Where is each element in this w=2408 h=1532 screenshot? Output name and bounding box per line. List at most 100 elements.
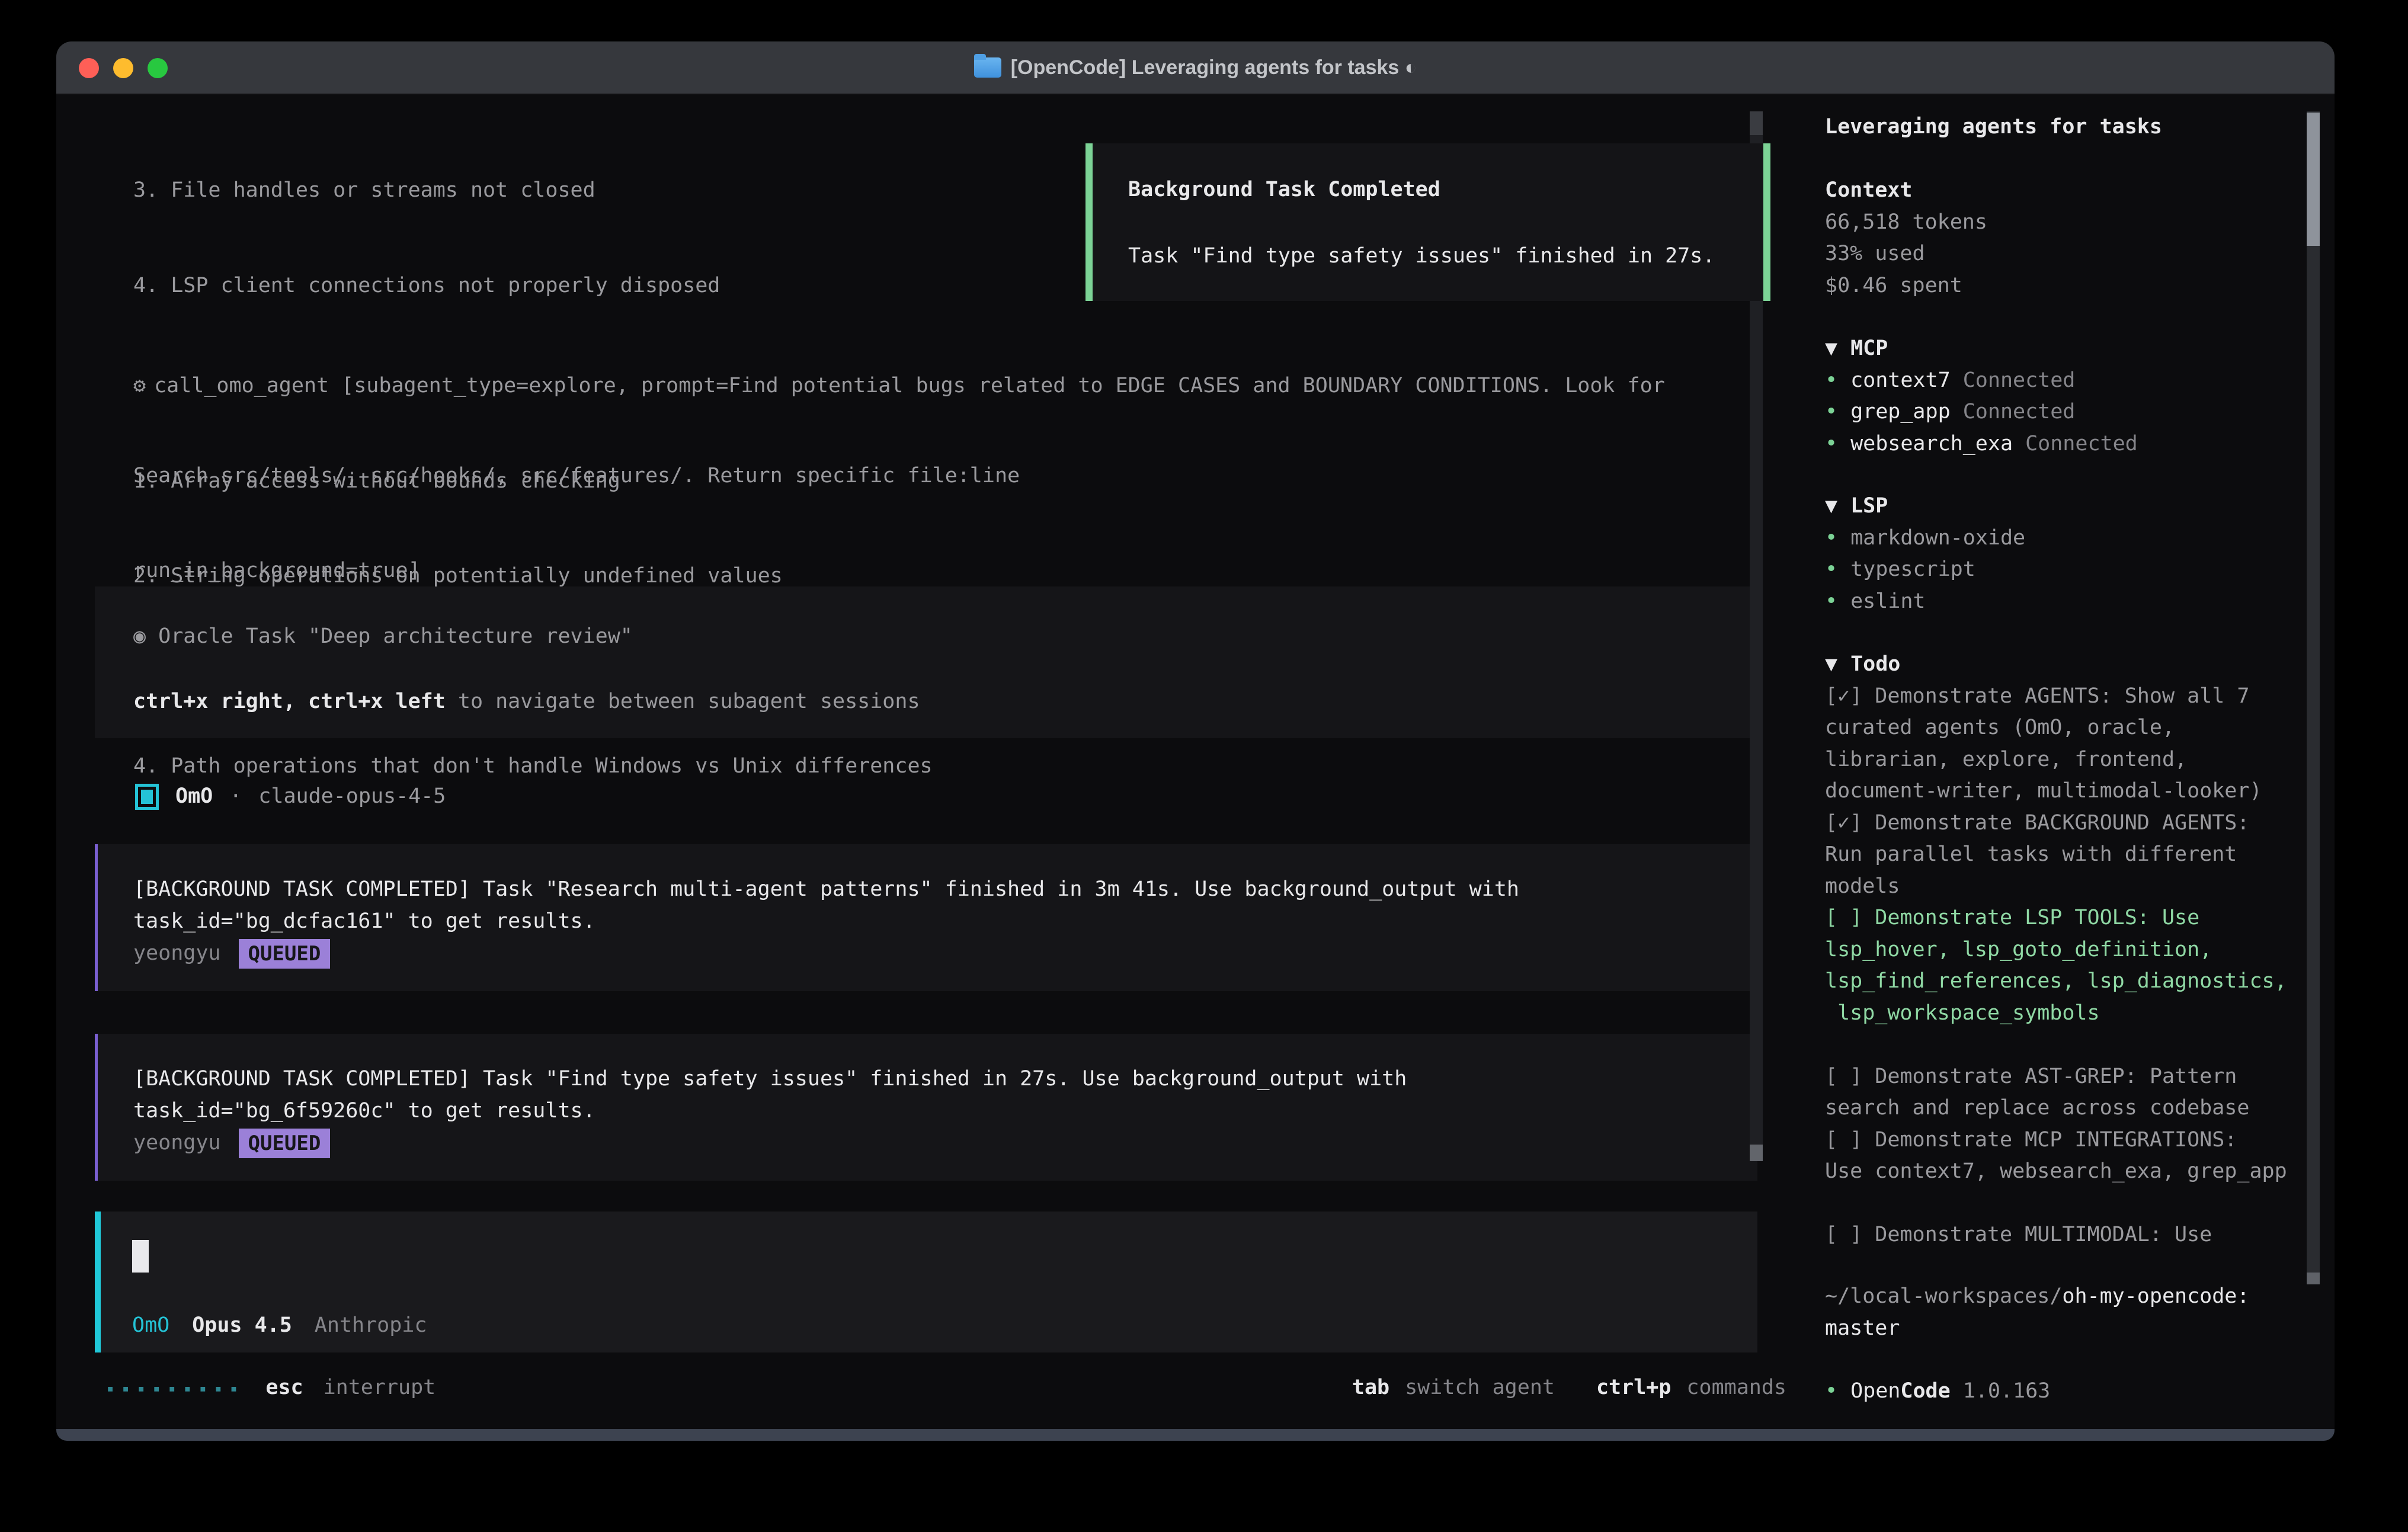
- agent-model: claude-opus-4-5: [258, 781, 446, 813]
- lsp-item: •markdown-oxide: [1825, 523, 2025, 555]
- todo-line-active: lsp_hover, lsp_goto_definition,: [1825, 934, 2287, 966]
- background-task-message: [BACKGROUND TASK COMPLETED] Task "Resear…: [95, 844, 1757, 991]
- esc-action-label: interrupt: [324, 1372, 436, 1404]
- todo-line: [ ] Demonstrate MCP INTEGRATIONS:: [1825, 1124, 2287, 1156]
- minimize-button[interactable]: [113, 58, 133, 78]
- session-title: Leveraging agents for tasks: [1825, 111, 2162, 143]
- lsp-heading: LSP: [1850, 494, 1888, 518]
- lsp-section: ▼LSP •markdown-oxide •typescript •eslint: [1825, 491, 2025, 617]
- agent-name: OmO: [175, 781, 213, 813]
- todo-line: [1825, 1188, 2287, 1220]
- mcp-item-name: websearch_exa: [1850, 428, 2013, 460]
- collapse-triangle-icon: ▼: [1825, 652, 1837, 676]
- sidebar: Leveraging agents for tasks Context 66,5…: [1801, 95, 2335, 1429]
- titlebar-center: [OpenCode] Leveraging agents for tasks ◐: [56, 56, 2335, 79]
- status-bar: ▪▪▪▪▪▪▪▪▪ esc interrupt tab switch agent…: [107, 1374, 1786, 1402]
- bullet-icon: •: [1825, 1376, 1837, 1408]
- hint-shortcut-keys: ctrl+x right, ctrl+x left: [133, 690, 446, 713]
- main-scrollbar-top-thumb[interactable]: [1750, 111, 1763, 135]
- app-version-footer: •OpenCode 1.0.163: [1825, 1376, 2050, 1408]
- context-heading: Context: [1825, 175, 1987, 207]
- bullet-icon: •: [1825, 365, 1837, 397]
- todo-line-active: [ ] Demonstrate LSP TOOLS: Use: [1825, 902, 2287, 934]
- lsp-item: • typescript: [1825, 554, 2025, 586]
- todo-line: [ ] Demonstrate MULTIMODAL: Use: [1825, 1219, 2287, 1251]
- folder-icon: [974, 57, 1001, 78]
- output-line: 4. LSP client connections not properly d…: [133, 270, 1020, 302]
- mcp-section-header[interactable]: ▼MCP: [1825, 333, 2138, 365]
- todo-line: models: [1825, 871, 2287, 903]
- tool-call-line: 1. Array access without bounds checking: [133, 466, 1665, 498]
- spinner-dots-icon: ▪▪▪▪▪▪▪▪▪: [107, 1381, 245, 1395]
- tab-action-label: switch agent: [1405, 1372, 1555, 1404]
- task-message-line: task_id="bg_6f59260c" to get results.: [133, 1095, 595, 1127]
- ctrlp-key-label: ctrl+p: [1596, 1372, 1671, 1404]
- todo-line: curated agents (OmO, oracle,: [1825, 712, 2287, 744]
- toast-title: Background Task Completed: [1128, 174, 1440, 206]
- main-scrollbar-bottom-thumb[interactable]: [1750, 1145, 1763, 1161]
- background-task-message: [BACKGROUND TASK COMPLETED] Task "Find t…: [95, 1034, 1757, 1181]
- task-message-line: [BACKGROUND TASK COMPLETED] Task "Find t…: [133, 1063, 1407, 1095]
- todo-line: [✓] Demonstrate AGENTS: Show all 7: [1825, 681, 2287, 713]
- prompt-input[interactable]: OmO Opus 4.5 Anthropic: [95, 1212, 1757, 1352]
- bullet-icon: •: [1825, 396, 1837, 428]
- sidebar-scrollbar[interactable]: [2307, 111, 2320, 1284]
- app-version: 1.0.163: [1963, 1376, 2051, 1408]
- esc-key-label: esc: [265, 1372, 303, 1404]
- todo-heading: Todo: [1850, 652, 1900, 676]
- lsp-item: •eslint: [1825, 586, 2025, 618]
- task-message-line: task_id="bg_dcfac161" to get results.: [133, 906, 595, 938]
- mcp-item-status: Connected: [1963, 365, 2076, 397]
- model-row: OmO Opus 4.5 Anthropic: [132, 1310, 427, 1342]
- collapse-triangle-icon: ▼: [1825, 336, 1837, 360]
- mcp-section: ▼MCP • context7 Connected • grep_app Conne…: [1825, 333, 2138, 460]
- zoom-button[interactable]: [148, 58, 168, 78]
- context-tokens: 66,518 tokens: [1825, 207, 1987, 239]
- workspace-info: ~/local-workspaces/oh-my-opencode: maste…: [1825, 1281, 2249, 1344]
- todo-line: Run parallel tasks with different: [1825, 839, 2287, 871]
- screen: [OpenCode] Leveraging agents for tasks ◐…: [0, 0, 2408, 1532]
- ctrlp-action-label: commands: [1686, 1372, 1786, 1404]
- mcp-item-status: Connected: [1963, 396, 2076, 428]
- bullet-icon: •: [1825, 586, 1837, 618]
- interrupt-hint: esc interrupt: [265, 1372, 436, 1404]
- todo-section-header[interactable]: ▼ Todo: [1825, 649, 2287, 681]
- titlebar: [OpenCode] Leveraging agents for tasks ◐: [56, 41, 2335, 95]
- input-model-name: Opus 4.5: [192, 1310, 292, 1342]
- text-cursor: [132, 1240, 149, 1273]
- window-bottom-edge: [56, 1429, 2335, 1441]
- lsp-item-name: typescript: [1850, 554, 1975, 586]
- task-author: yeongyu: [133, 1127, 221, 1159]
- todo-line-active: lsp_workspace_symbols: [1825, 998, 2287, 1030]
- mcp-item-name: context7: [1850, 365, 1951, 397]
- close-button[interactable]: [79, 58, 99, 78]
- todo-line: [1825, 1029, 2287, 1061]
- agent-header: OmO · claude-opus-4-5: [135, 781, 446, 813]
- lsp-section-header[interactable]: ▼LSP: [1825, 491, 2025, 523]
- tool-call-text: call_omo_agent [subagent_type=explore, p…: [154, 374, 1665, 398]
- mcp-item: •websearch_exa Connected: [1825, 428, 2138, 460]
- todo-line: librarian, explore, frontend,: [1825, 744, 2287, 776]
- output-line: 3. File handles or streams not closed: [133, 175, 1020, 207]
- todo-line: [ ] Demonstrate AST-GREP: Pattern: [1825, 1061, 2287, 1093]
- task-message-line: [BACKGROUND TASK COMPLETED] Task "Resear…: [133, 874, 1519, 906]
- sidebar-scrollbar-thumb[interactable]: [2307, 113, 2320, 246]
- bullet-icon: •: [1825, 554, 1837, 586]
- shortcut-hints: tab switch agent ctrl+p commands: [1352, 1372, 1786, 1404]
- task-author: yeongyu: [133, 938, 221, 970]
- todo-line: search and replace across codebase: [1825, 1092, 2287, 1124]
- oracle-task-title: Oracle Task "Deep architecture review": [158, 624, 633, 648]
- mcp-item-name: grep_app: [1850, 396, 1951, 428]
- status-badge: QUEUED: [239, 939, 331, 969]
- todo-line-active: lsp_find_references, lsp_diagnostics,: [1825, 966, 2287, 998]
- status-badge: QUEUED: [239, 1129, 331, 1158]
- task-meta-row: yeongyu QUEUED: [133, 1127, 330, 1159]
- app-version-line: •OpenCode 1.0.163: [1825, 1376, 2050, 1408]
- gear-icon: ⚙: [133, 374, 146, 398]
- lsp-item-name: markdown-oxide: [1850, 523, 2025, 555]
- hint-text: to navigate between subagent sessions: [446, 690, 920, 713]
- separator-dot: ·: [229, 781, 242, 813]
- oracle-icon: ◉: [133, 624, 146, 648]
- oracle-task-title-line: ◉ Oracle Task "Deep architecture review": [133, 621, 633, 653]
- todo-section: ▼ Todo [✓] Demonstrate AGENTS: Show all 7…: [1825, 649, 2287, 1251]
